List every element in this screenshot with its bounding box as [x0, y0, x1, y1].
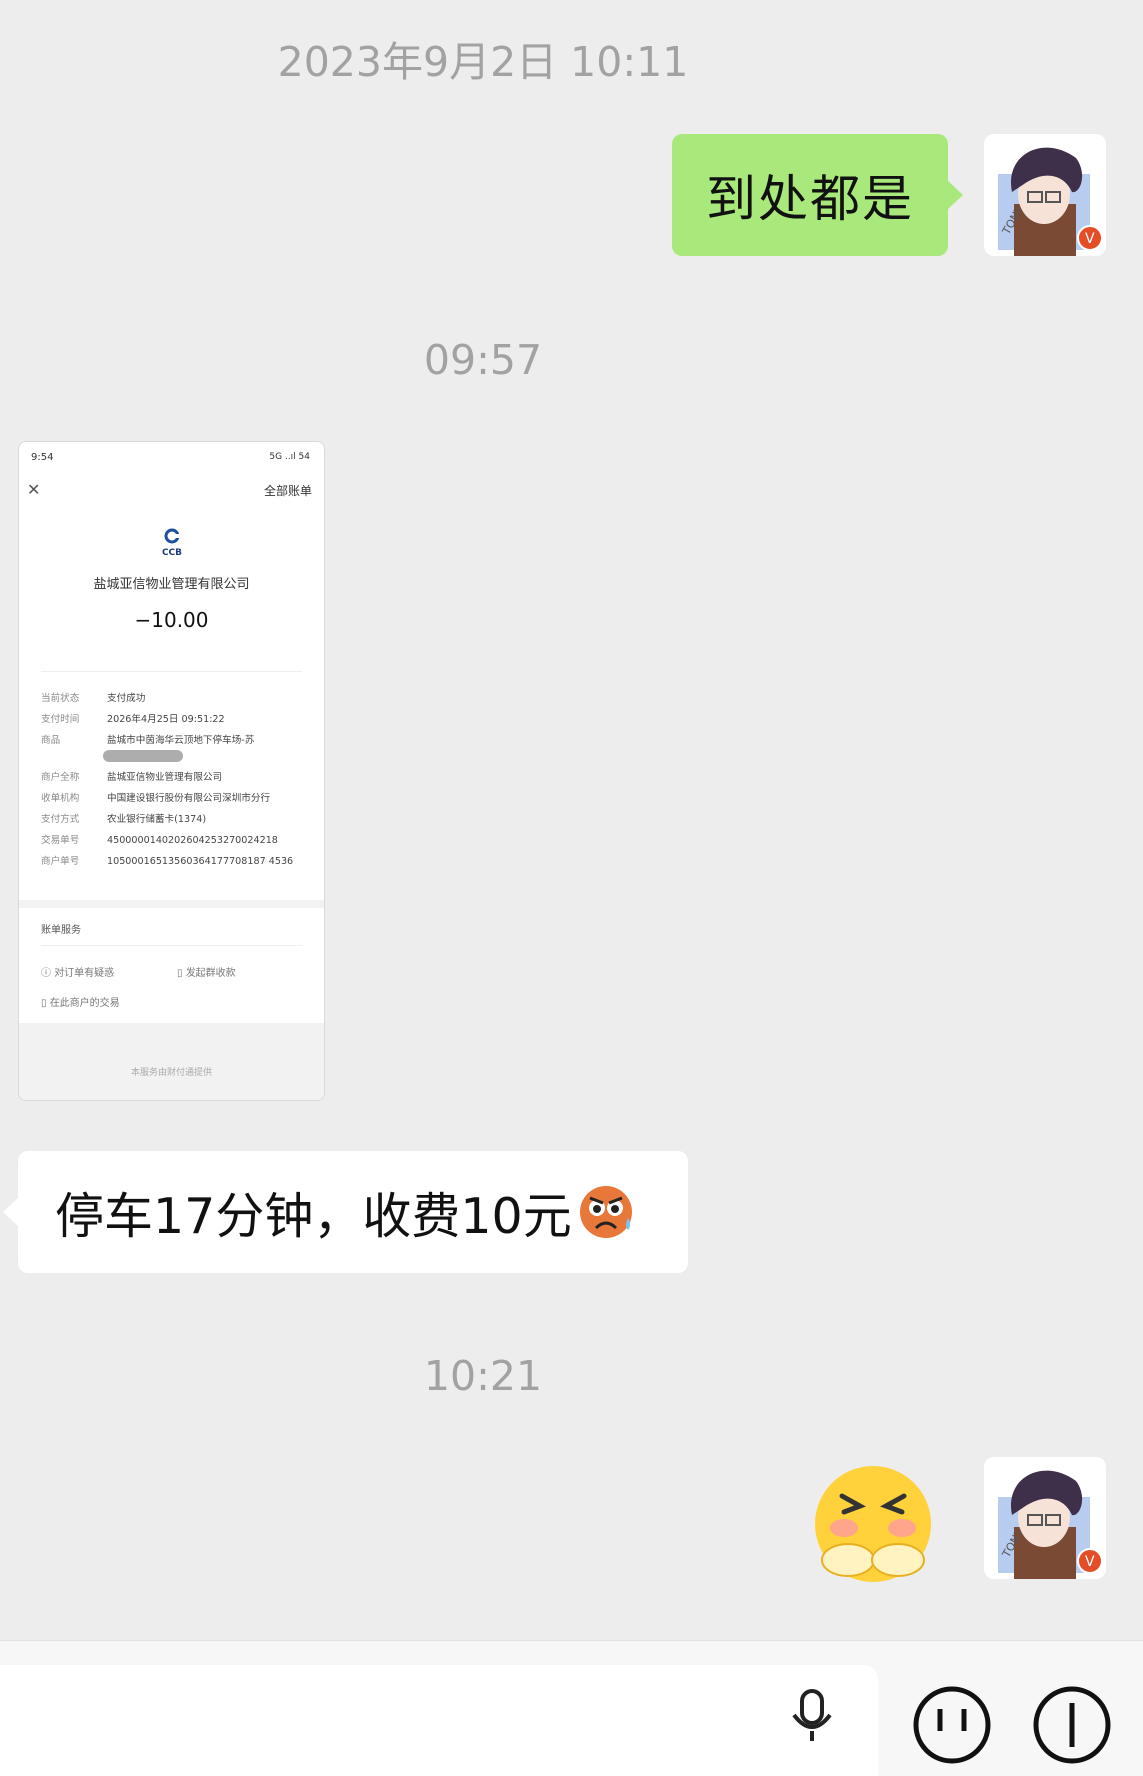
avatar-illustration: TONY V: [998, 1470, 1103, 1579]
plus-icon[interactable]: [1030, 1683, 1114, 1767]
field-row: 商品 盐城市中茵海华云顶地下停车场-苏: [41, 735, 255, 746]
status-time: 9:54: [31, 452, 54, 463]
field-row: 支付方式 农业银行储蓄卡(1374): [41, 814, 207, 825]
ccb-logo: CCB: [155, 528, 189, 558]
svg-text:V: V: [1085, 231, 1095, 247]
field-row: 支付时间 2026年4月25日 09:51:22: [41, 714, 225, 725]
divider: [41, 945, 302, 946]
voice-icon[interactable]: [790, 1687, 834, 1747]
avatar-illustration: TONY V: [998, 147, 1103, 256]
timestamp: 2023年9月2日 10:11: [277, 38, 689, 86]
merchant-name: 盐城亚信物业管理有限公司: [93, 577, 250, 592]
other-message-bubble[interactable]: 停车17分钟，收费10元: [3, 1151, 688, 1273]
status-icons: 5G ..ıl 54: [269, 452, 310, 462]
field-row: 当前状态 支付成功: [41, 693, 146, 704]
input-bar: [0, 1640, 1143, 1776]
emoji-icon[interactable]: [910, 1683, 994, 1767]
timestamp: 09:57: [423, 336, 543, 384]
question-icon: ⓘ: [41, 968, 55, 979]
order-question-link: ⓘ 对订单有疑惑: [41, 968, 115, 979]
avatar[interactable]: TONY V: [984, 134, 1106, 256]
close-icon: ✕: [27, 480, 41, 499]
field-row: 商户单号 10500016513560364177708187 4536: [41, 856, 294, 867]
my-message-bubble[interactable]: 到处都是: [672, 134, 963, 256]
message-input[interactable]: [0, 1665, 878, 1776]
receipt-image-message[interactable]: 9:54 5G ..ıl 54 ✕ 全部账单 CCB 盐城亚信物业管理有限公司 …: [18, 441, 325, 1101]
angry-sweat-emoji-icon: [579, 1186, 632, 1238]
service-title: 账单服务: [41, 925, 81, 936]
message-text: 停车17分钟，收费10元: [55, 1187, 572, 1245]
shy-emoji-sticker-icon: [815, 1466, 931, 1582]
svg-text:V: V: [1085, 1554, 1095, 1570]
group-collect-link: ▯ 发起群收款: [177, 968, 236, 979]
amount: −10.00: [134, 608, 209, 632]
field-row: 交易单号 4500000140202604253270024218: [41, 835, 278, 846]
timestamp: 10:21: [423, 1352, 543, 1400]
all-bills-link: 全部账单: [263, 484, 312, 498]
doc-icon: ▯: [41, 998, 50, 1009]
divider: [41, 671, 302, 672]
field-row: 收单机构 中国建设银行股份有限公司深圳市分行: [41, 793, 271, 804]
avatar[interactable]: TONY V: [984, 1457, 1106, 1579]
redaction-scribble: [103, 750, 183, 762]
receipt-footer: 本服务由财付通提供: [19, 1023, 324, 1100]
sticker-message[interactable]: [808, 1462, 938, 1592]
doc-icon: ▯: [177, 968, 186, 979]
section-gap: [19, 900, 324, 908]
field-row: 商户全称 盐城亚信物业管理有限公司: [41, 772, 223, 783]
merchant-trades-link: ▯ 在此商户的交易: [41, 998, 120, 1009]
